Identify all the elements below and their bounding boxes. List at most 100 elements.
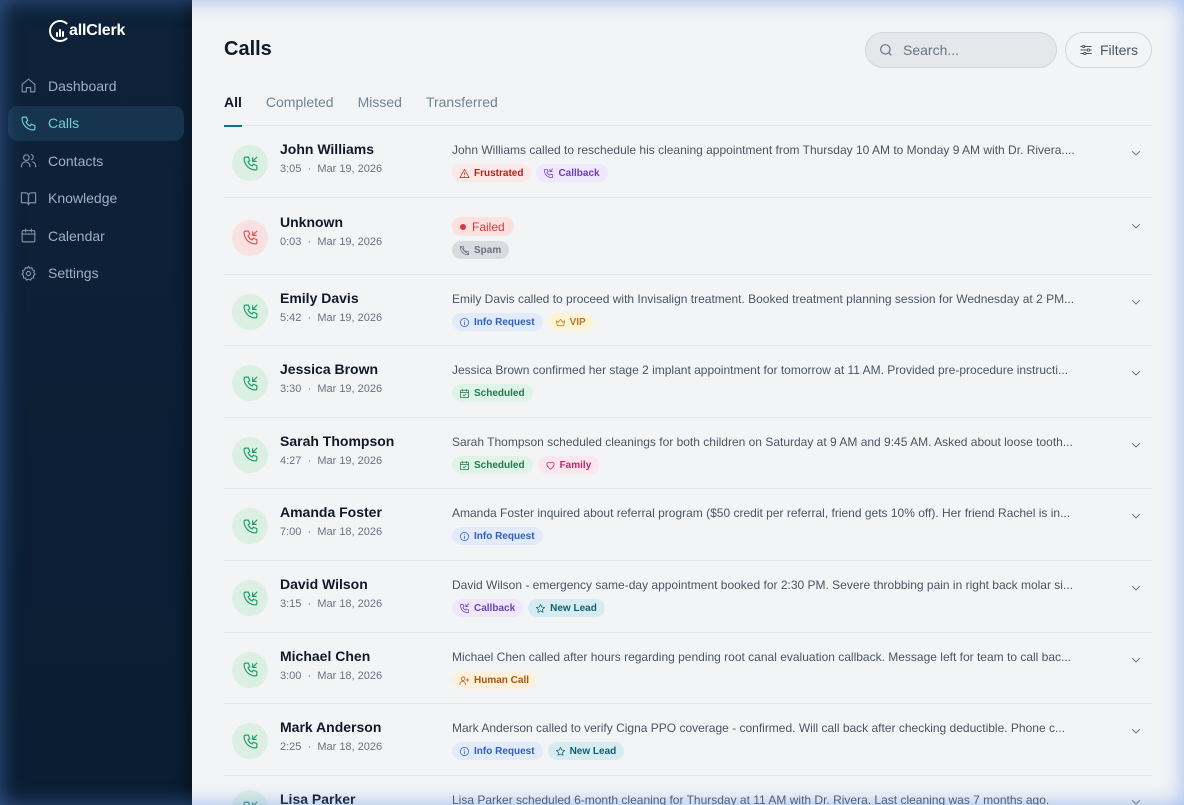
incoming-call-icon [232,651,268,688]
sidebar-item-settings[interactable]: Settings [8,256,184,291]
call-duration: 3:05 [280,163,302,175]
tag-label: Callback [558,167,600,179]
info-icon [460,746,469,756]
chevron-down-icon [1132,514,1140,519]
tag-callback: Callback [452,599,524,617]
heart-icon [546,461,555,470]
sidebar-item-label: Contacts [48,152,104,169]
tag-frustrated: Frustrated [452,164,532,182]
call-summary: Amanda Foster inquired about referral pr… [452,506,1071,520]
expand-button[interactable] [1130,219,1142,231]
call-meta: 3:30 · Mar 19, 2026 [280,383,382,395]
call-meta: 0:03 · Mar 19, 2026 [280,236,382,248]
call-row[interactable]: Michael Chen 3:00 · Mar 18, 2026 Michael C… [224,633,1152,704]
chevron-down-icon [1132,729,1140,734]
tag-label: Frustrated [474,167,524,179]
search-box[interactable] [865,32,1057,68]
call-summary: Jessica Brown confirmed her stage 2 impl… [452,363,1069,377]
sidebar-item-label: Dashboard [48,77,117,94]
gear-icon [21,265,36,281]
calendar-check-icon [460,460,469,470]
caller-name: Mark Anderson [280,719,382,735]
call-meta: 2:25 · Mar 18, 2026 [280,741,382,753]
tab-all[interactable]: All [224,92,242,127]
caller-name: John Williams [280,141,375,157]
call-summary: Michael Chen called after hours regardin… [452,650,1072,664]
tag-newlead: New Lead [528,599,605,617]
search-input[interactable] [903,42,1043,58]
page-title: Calls [224,38,272,60]
call-row[interactable]: Emily Davis 5:42 · Mar 19, 2026 Emily Davi… [224,275,1152,346]
expand-button[interactable] [1130,795,1142,805]
call-row[interactable]: Amanda Foster 7:00 · Mar 18, 2026 Amanda F… [224,489,1152,561]
chevron-down-icon [1132,151,1140,156]
tag-list: Scheduled [452,384,533,402]
tag-list: Info Request [452,527,543,545]
call-summary: Emily Davis called to proceed with Invis… [452,292,1075,306]
chevron-down-icon [1132,586,1140,591]
call-row[interactable]: Lisa Parker Lisa Parker scheduled 6-month… [224,776,1152,805]
tag-label: Spam [474,244,502,256]
tab-missed[interactable]: Missed [358,92,402,126]
call-meta: 3:15 · Mar 18, 2026 [280,598,382,610]
logo-icon [49,20,71,42]
status-dot [460,223,466,230]
call-meta: 3:00 · Mar 18, 2026 [280,670,382,682]
call-duration: 0:03 [280,236,302,248]
tag-label: Scheduled [474,459,525,471]
meta-separator: · [301,455,318,467]
sidebar-item-calendar[interactable]: Calendar [8,218,184,253]
call-row[interactable]: Jessica Brown 3:30 · Mar 19, 2026 Jessica … [224,346,1152,418]
meta-separator: · [301,163,318,175]
expand-button[interactable] [1130,366,1142,378]
tag-label: Family [559,459,592,471]
sidebar-item-label: Calendar [48,227,105,244]
chevron-down-icon [1132,800,1140,805]
star-icon [536,603,546,613]
call-date: Mar 18, 2026 [317,741,383,753]
expand-button[interactable] [1130,295,1142,307]
expand-button[interactable] [1130,146,1142,158]
tab-transferred[interactable]: Transferred [426,92,498,126]
call-meta: 4:27 · Mar 19, 2026 [280,455,382,467]
sidebar: allClerk Dashboard Calls Contacts Knowle… [0,0,192,805]
incoming-call-icon [232,790,268,805]
app-logo[interactable]: allClerk [49,18,125,44]
tag-list: Scheduled Family [452,456,600,474]
sidebar-item-dashboard[interactable]: Dashboard [8,68,184,103]
phone-icon [21,116,36,130]
book-icon [20,191,37,205]
call-date: Mar 19, 2026 [317,236,383,248]
chevron-down-icon [1132,443,1140,448]
tag-list: Frustrated Callback [452,164,608,182]
meta-separator: · [301,598,318,610]
filters-label: Filters [1099,42,1139,58]
call-row[interactable]: Unknown 0:03 · Mar 19, 2026 Failed Spam [224,198,1152,275]
expand-button[interactable] [1130,724,1142,736]
call-row[interactable]: Sarah Thompson 4:27 · Mar 19, 2026 Sarah T… [224,418,1152,489]
expand-button[interactable] [1130,438,1142,450]
main-content: Calls Filters All Completed Missed Trans… [192,0,1184,805]
calendar-check-icon [460,388,469,398]
call-row[interactable]: David Wilson 3:15 · Mar 18, 2026 David Wil… [224,561,1152,633]
expand-button[interactable] [1130,581,1142,593]
call-meta: 7:00 · Mar 18, 2026 [280,526,382,538]
sidebar-item-calls[interactable]: Calls [8,105,184,141]
tag-info: Info Request [452,742,543,760]
sidebar-item-knowledge[interactable]: Knowledge [8,181,184,216]
chevron-down-icon [1132,224,1140,229]
sliders-icon [1080,44,1092,56]
caller-name: Amanda Foster [280,504,382,520]
tab-completed[interactable]: Completed [266,92,334,126]
call-row[interactable]: John Williams 3:05 · Mar 19, 2026 John Wil… [224,126,1152,198]
info-icon [460,531,469,541]
sidebar-item-contacts[interactable]: Contacts [8,143,184,178]
call-date: Mar 19, 2026 [317,163,383,175]
chevron-down-icon [1132,658,1140,663]
tag-spam: Spam [452,241,510,259]
star-icon [555,746,565,756]
expand-button[interactable] [1130,509,1142,521]
expand-button[interactable] [1130,653,1142,665]
call-row[interactable]: Mark Anderson 2:25 · Mar 18, 2026 Mark And… [224,704,1152,776]
filters-button[interactable]: Filters [1065,32,1152,68]
